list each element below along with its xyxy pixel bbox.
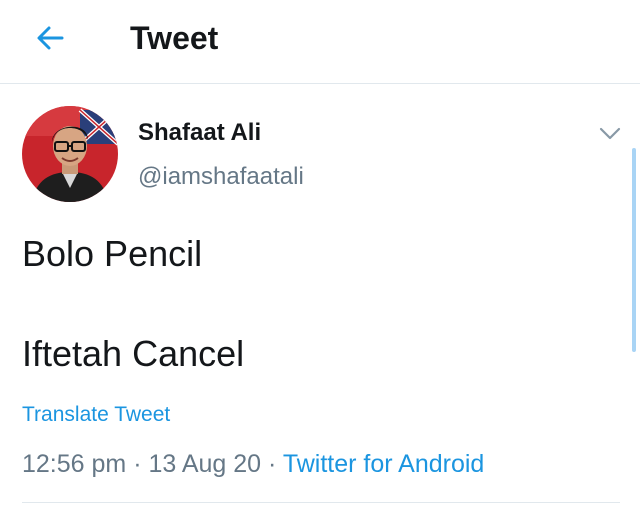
- tweet-meta: 12:56 pm · 13 Aug 20 · Twitter for Andro…: [22, 449, 484, 479]
- scrollbar[interactable]: [632, 148, 636, 352]
- meta-separator: ·: [261, 450, 283, 478]
- tweet-time: 12:56 pm: [22, 450, 127, 478]
- tweet-date: 13 Aug 20: [148, 450, 262, 478]
- meta-separator: ·: [126, 450, 149, 478]
- author-name[interactable]: Shafaat Ali: [138, 118, 261, 148]
- arrow-left-icon: [37, 26, 64, 50]
- tweet-source-link[interactable]: Twitter for Android: [283, 450, 484, 478]
- page-title: Tweet: [130, 20, 219, 56]
- tweet-text-line: Iftetah Cancel: [22, 333, 245, 374]
- translate-tweet-link[interactable]: Translate Tweet: [22, 402, 170, 428]
- avatar-photo: [22, 106, 118, 202]
- avatar[interactable]: [22, 106, 118, 202]
- tweet-menu-button[interactable]: [596, 122, 624, 146]
- back-button[interactable]: [28, 18, 72, 58]
- author-handle[interactable]: @iamshafaatali: [138, 162, 304, 192]
- chevron-down-icon: [599, 127, 621, 140]
- tweet-text-line: Bolo Pencil: [22, 233, 203, 274]
- app-header: Tweet: [0, 0, 640, 84]
- divider: [22, 502, 620, 503]
